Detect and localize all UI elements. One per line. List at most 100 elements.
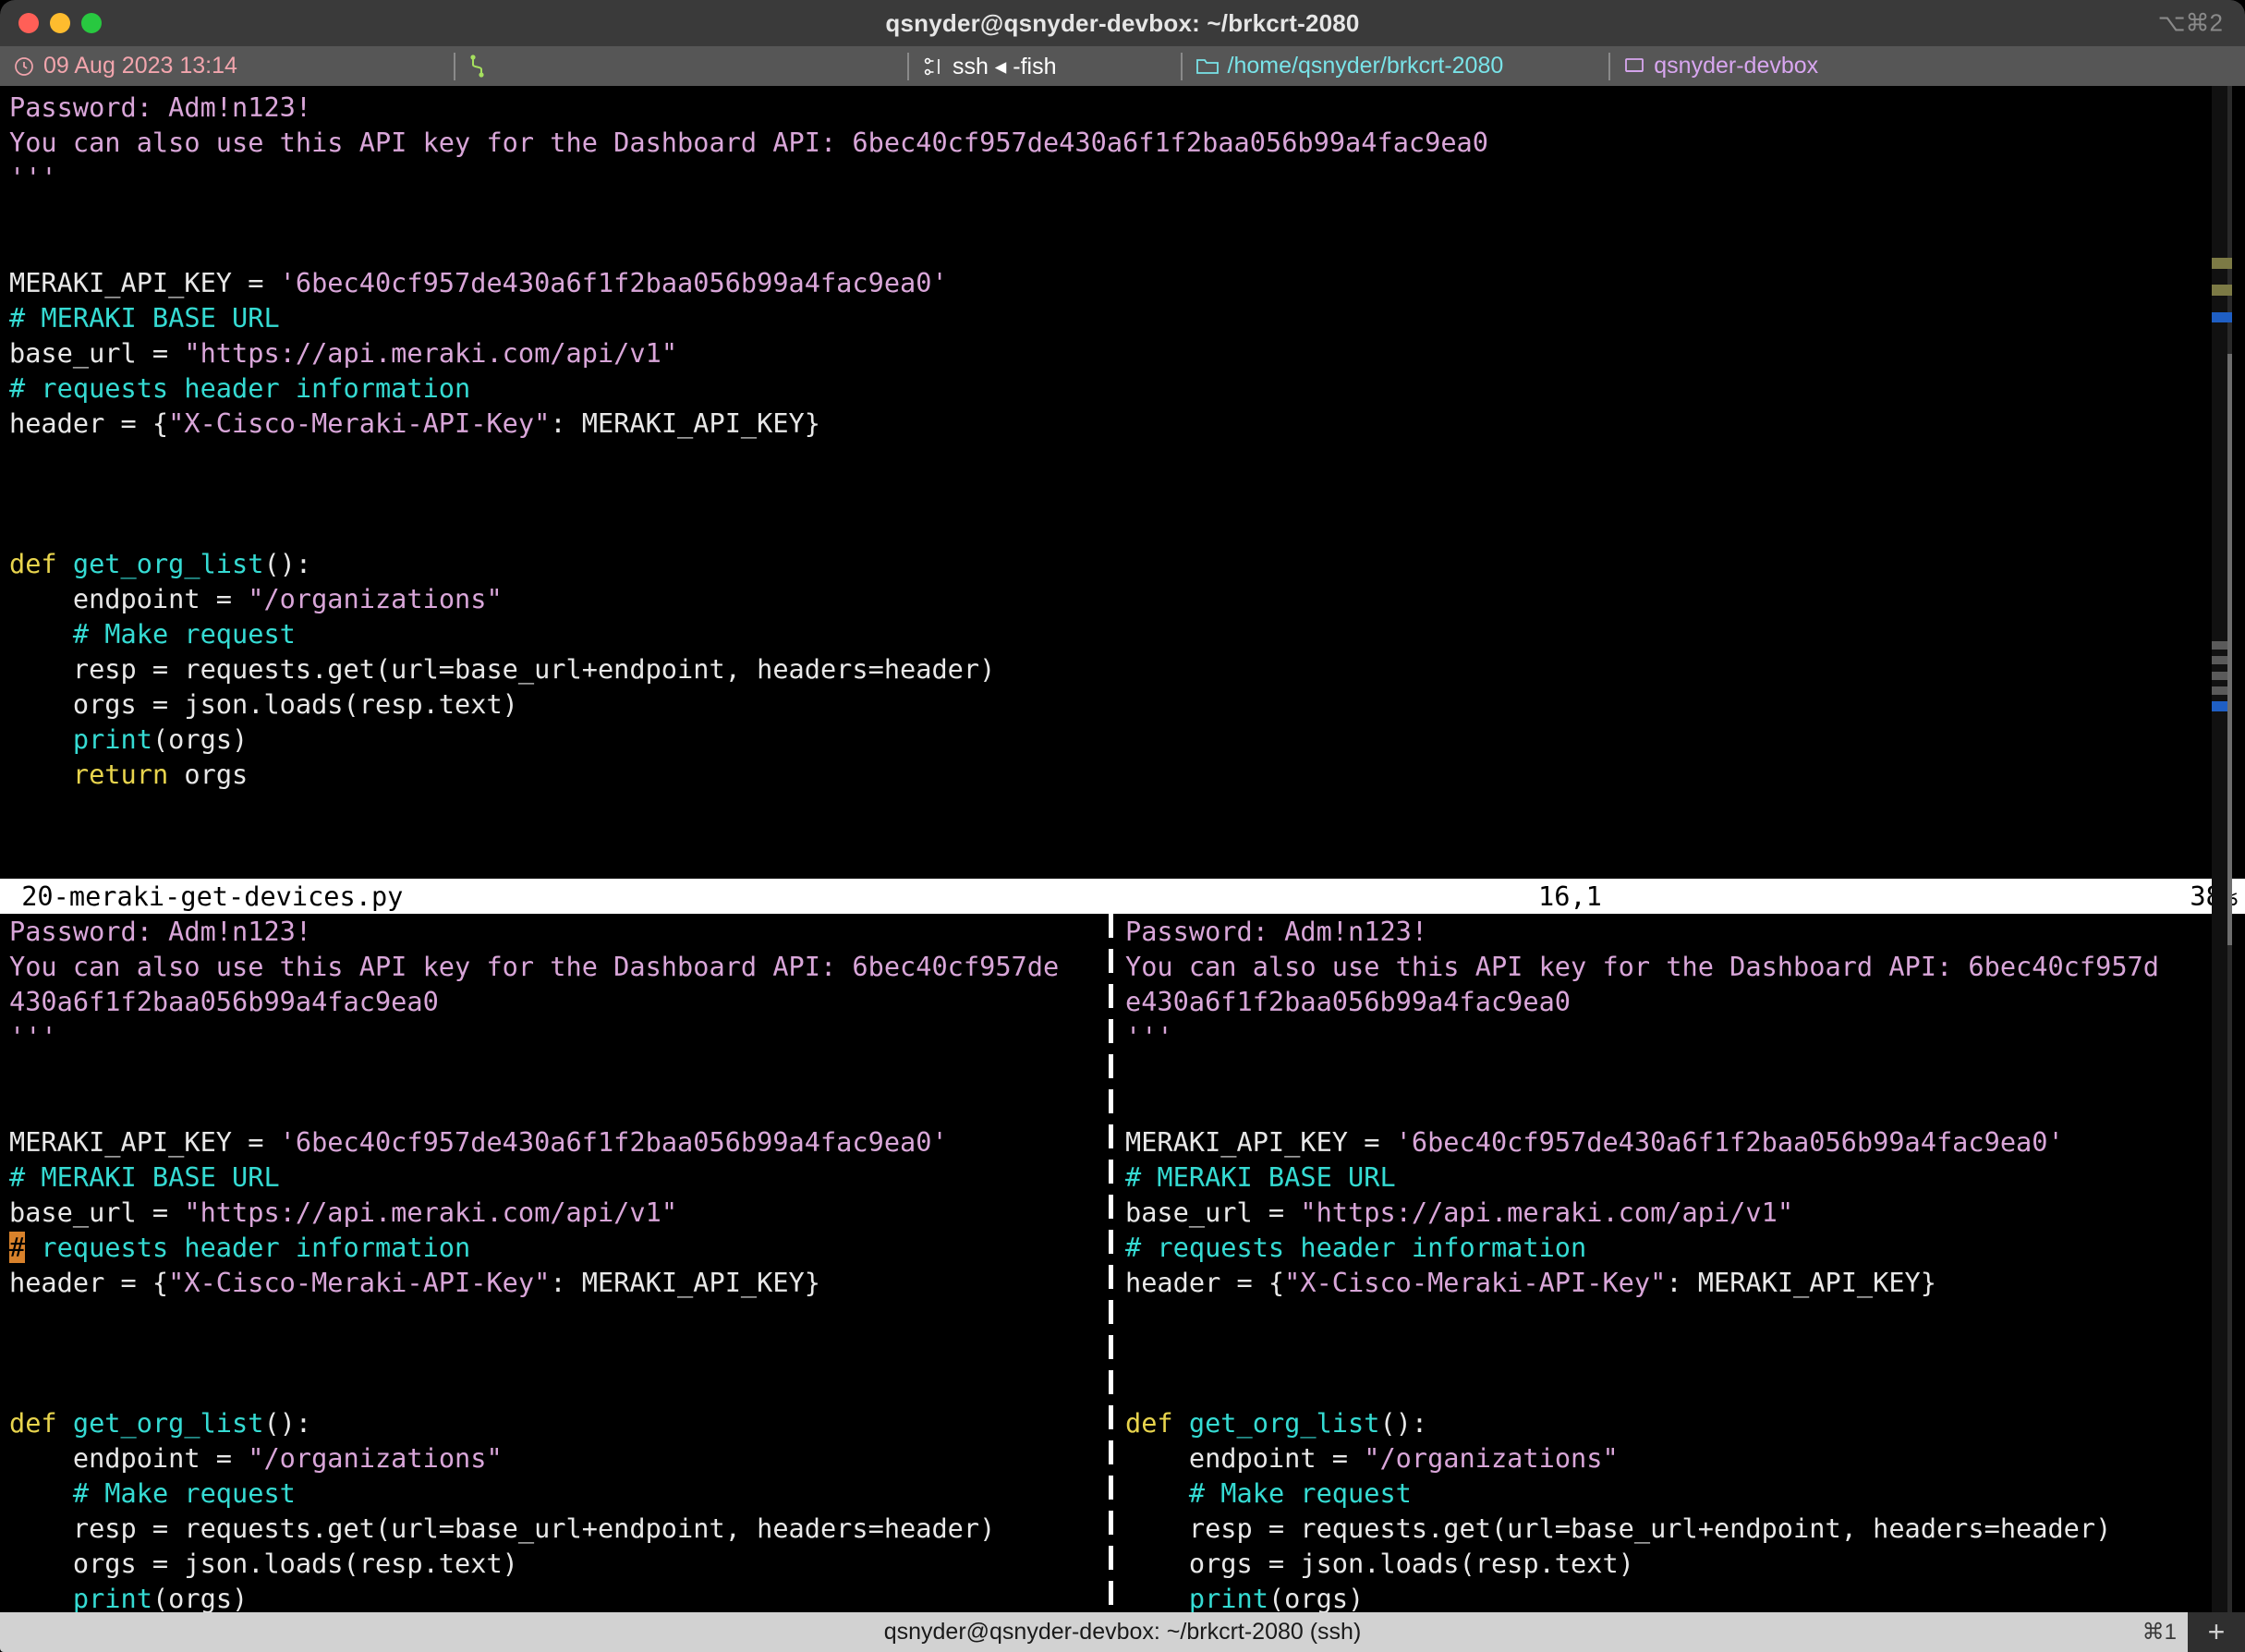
code-span: (): bbox=[263, 1407, 312, 1439]
statusline-cursor-position: 16,1 bbox=[1538, 881, 1602, 912]
code-span: You can also use this API key for the Da… bbox=[1125, 951, 2159, 982]
code-line: orgs = json.loads(resp.text) bbox=[9, 686, 2190, 722]
code-line: # requests header information bbox=[1125, 1230, 2234, 1265]
code-line: endpoint = "/organizations" bbox=[1125, 1440, 2234, 1476]
vim-left-pane[interactable]: Password: Adm!n123! You can also use this… bbox=[9, 914, 1099, 1612]
code-span: (): bbox=[263, 548, 312, 579]
code-line: # MERAKI BASE URL bbox=[9, 300, 2190, 335]
code-span: # MERAKI BASE URL bbox=[9, 1161, 280, 1193]
footer-shortcut: ⌘1 bbox=[2142, 1620, 2177, 1645]
code-span: header = { bbox=[9, 407, 169, 439]
code-line: Password: Adm!n123! bbox=[1125, 914, 2234, 949]
scrollbar-minimap[interactable] bbox=[2212, 86, 2232, 1612]
code-line: header = {"X-Cisco-Meraki-API-Key": MERA… bbox=[9, 1265, 1099, 1300]
status-clock-segment: 09 Aug 2023 13:14 bbox=[0, 46, 250, 86]
code-span: get_org_list bbox=[72, 1407, 264, 1439]
code-line: # Make request bbox=[9, 616, 2190, 651]
status-path: /home/qsnyder/brkcrt-2080 bbox=[1227, 53, 1504, 79]
code-line: You can also use this API key for the Da… bbox=[1125, 949, 2234, 984]
maximize-button[interactable] bbox=[81, 13, 102, 33]
scrollbar-mark bbox=[2212, 312, 2232, 322]
statusline-filename: 20-meraki-get-devices.py bbox=[6, 881, 404, 912]
code-span: endpoint = bbox=[9, 583, 249, 614]
code-span: Password: Adm!n123! bbox=[9, 91, 312, 123]
code-span: Password: Adm!n123! bbox=[9, 916, 312, 947]
code-span: : MERAKI_API_KEY} bbox=[550, 1267, 820, 1298]
code-span: def bbox=[9, 548, 73, 579]
clock-icon bbox=[13, 55, 35, 78]
code-line: 430a6f1f2baa056b99a4fac9ea0 bbox=[9, 984, 1099, 1019]
code-span bbox=[1125, 1477, 1189, 1509]
terminal-body[interactable]: Password: Adm!n123! You can also use this… bbox=[0, 86, 2245, 1612]
scrollbar-mark bbox=[2212, 285, 2232, 296]
cursor-block: # bbox=[9, 1232, 26, 1263]
vim-right-pane[interactable]: Password: Adm!n123! You can also use this… bbox=[1125, 914, 2234, 1612]
code-span: base_url = bbox=[9, 1196, 185, 1228]
code-line: def get_org_list(): bbox=[9, 1405, 1099, 1440]
code-line: print(orgs) bbox=[1125, 1581, 2234, 1612]
code-span: Password: Adm!n123! bbox=[1125, 916, 1428, 947]
close-button[interactable] bbox=[18, 13, 39, 33]
code-span bbox=[9, 723, 73, 755]
new-tab-button[interactable]: + bbox=[2188, 1612, 2245, 1652]
code-span: MERAKI_API_KEY = bbox=[9, 267, 280, 298]
code-line: resp = requests.get(url=base_url+endpoin… bbox=[1125, 1511, 2234, 1546]
code-line: def get_org_list(): bbox=[1125, 1405, 2234, 1440]
code-span: "/organizations" bbox=[1364, 1442, 1619, 1474]
code-span: base_url = bbox=[1125, 1196, 1301, 1228]
code-line: # Make request bbox=[9, 1476, 1099, 1511]
code-span: MERAKI_API_KEY = bbox=[9, 1126, 280, 1158]
code-line: header = {"X-Cisco-Meraki-API-Key": MERA… bbox=[9, 406, 2190, 441]
code-span: orgs bbox=[168, 759, 249, 790]
scrollbar-thumb[interactable] bbox=[2227, 354, 2232, 945]
code-line: print(orgs) bbox=[9, 1581, 1099, 1612]
code-span: orgs = json.loads(resp.text) bbox=[9, 688, 518, 720]
code-line: ''' bbox=[9, 160, 2190, 195]
terminal-footer-bar: qsnyder@qsnyder-devbox: ~/brkcrt-2080 (s… bbox=[0, 1612, 2245, 1652]
vim-vertical-split-separator bbox=[1109, 914, 1113, 1612]
code-span: (orgs) bbox=[152, 1583, 249, 1612]
code-span: '6bec40cf957de430a6f1f2baa056b99a4fac9ea… bbox=[1395, 1126, 2064, 1158]
vim-top-pane[interactable]: Password: Adm!n123! You can also use this… bbox=[9, 90, 2190, 792]
code-span: get_org_list bbox=[72, 548, 264, 579]
code-line: ''' bbox=[1125, 1019, 2234, 1054]
code-line: ''' bbox=[9, 1019, 1099, 1054]
code-span: resp = requests.get(url=base_url+endpoin… bbox=[1125, 1512, 2112, 1544]
code-span: resp = requests.get(url=base_url+endpoin… bbox=[9, 1512, 996, 1544]
ssh-icon bbox=[922, 55, 944, 78]
code-span: def bbox=[1125, 1407, 1189, 1439]
code-line: header = {"X-Cisco-Meraki-API-Key": MERA… bbox=[1125, 1265, 2234, 1300]
window-shortcut-hint: ⌥⌘2 bbox=[2157, 8, 2223, 37]
code-line: base_url = "https://api.meraki.com/api/v… bbox=[9, 1195, 1099, 1230]
footer-session-title[interactable]: qsnyder@qsnyder-devbox: ~/brkcrt-2080 (s… bbox=[0, 1619, 2245, 1646]
code-line: orgs = json.loads(resp.text) bbox=[9, 1546, 1099, 1581]
code-line: You can also use this API key for the Da… bbox=[9, 125, 2190, 160]
code-span: endpoint = bbox=[1125, 1442, 1365, 1474]
title-bar: qsnyder@qsnyder-devbox: ~/brkcrt-2080 ⌥⌘… bbox=[0, 0, 2245, 46]
terminal-window: qsnyder@qsnyder-devbox: ~/brkcrt-2080 ⌥⌘… bbox=[0, 0, 2245, 1652]
code-span: print bbox=[1188, 1583, 1268, 1612]
code-line: # Make request bbox=[1125, 1476, 2234, 1511]
status-host: qsnyder-devbox bbox=[1654, 53, 1819, 79]
minimize-button[interactable] bbox=[50, 13, 70, 33]
code-span: # requests header information bbox=[1125, 1232, 1587, 1263]
code-line: MERAKI_API_KEY = '6bec40cf957de430a6f1f2… bbox=[1125, 1124, 2234, 1160]
code-line: orgs = json.loads(resp.text) bbox=[1125, 1546, 2234, 1581]
code-span: (orgs) bbox=[152, 723, 249, 755]
code-span: ''' bbox=[9, 1021, 57, 1052]
code-line: return orgs bbox=[9, 757, 2190, 792]
code-line: MERAKI_API_KEY = '6bec40cf957de430a6f1f2… bbox=[9, 1124, 1099, 1160]
code-line: Password: Adm!n123! bbox=[9, 914, 1099, 949]
vim-statusline-top: 20-meraki-get-devices.py16,138% bbox=[0, 879, 2245, 914]
code-span: 430a6f1f2baa056b99a4fac9ea0 bbox=[9, 986, 439, 1017]
